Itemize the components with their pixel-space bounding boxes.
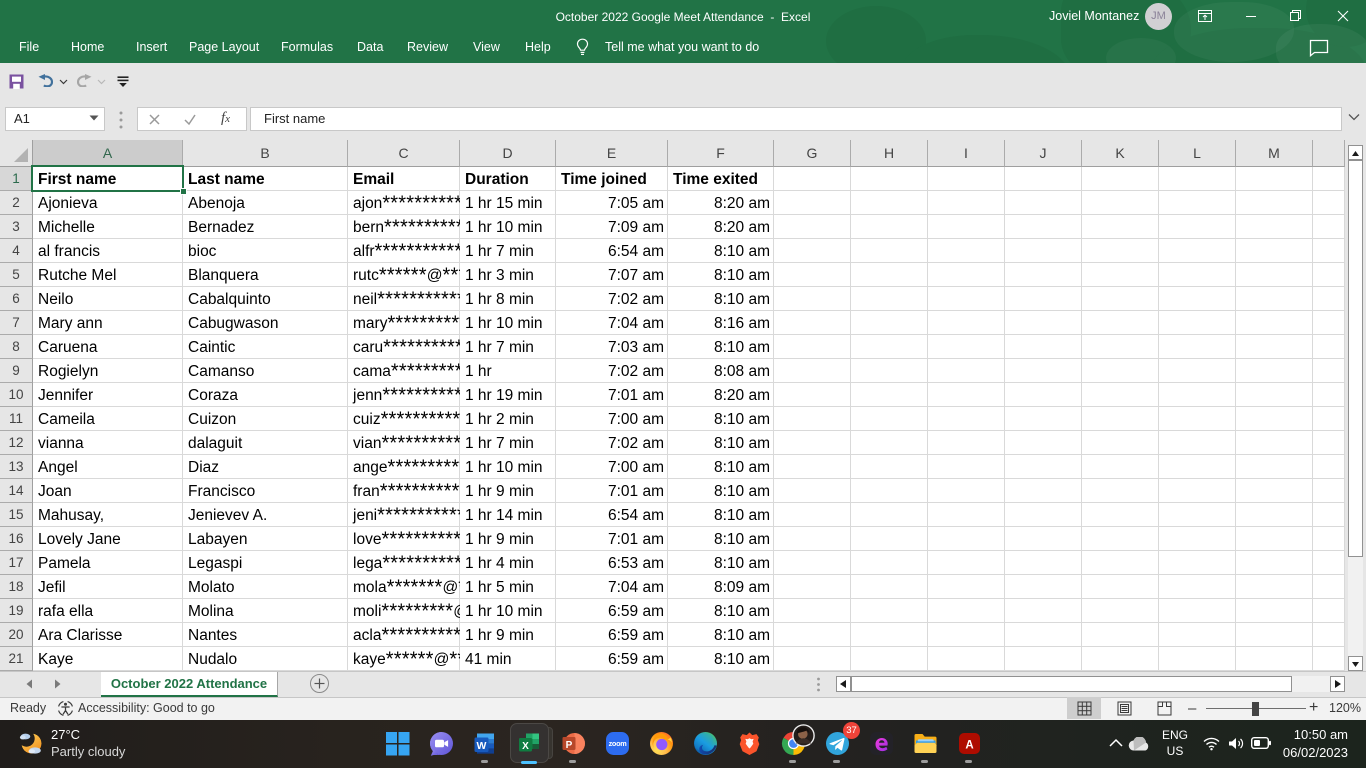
svg-text:zoom: zoom <box>609 739 628 748</box>
svg-text:A: A <box>965 740 973 752</box>
svg-text:P: P <box>566 740 573 751</box>
svg-text:X: X <box>522 741 529 752</box>
svg-text:W: W <box>477 740 487 752</box>
